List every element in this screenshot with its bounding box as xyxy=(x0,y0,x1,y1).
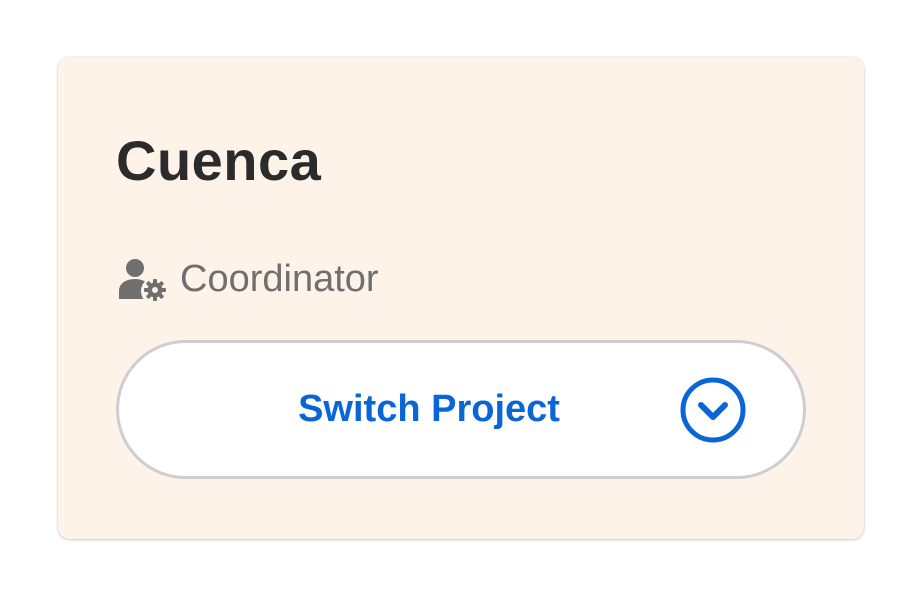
project-title: Cuenca xyxy=(116,129,322,192)
switch-project-label: Switch Project xyxy=(298,388,560,430)
role-row: Coordinator xyxy=(118,253,379,305)
project-card: Cuenca Coordinator Switch Project xyxy=(58,57,864,539)
chevron-down-circle-icon xyxy=(679,376,747,444)
role-label: Coordinator xyxy=(180,257,379,300)
switch-project-button[interactable]: Switch Project xyxy=(116,340,806,479)
user-gear-icon xyxy=(118,257,168,301)
